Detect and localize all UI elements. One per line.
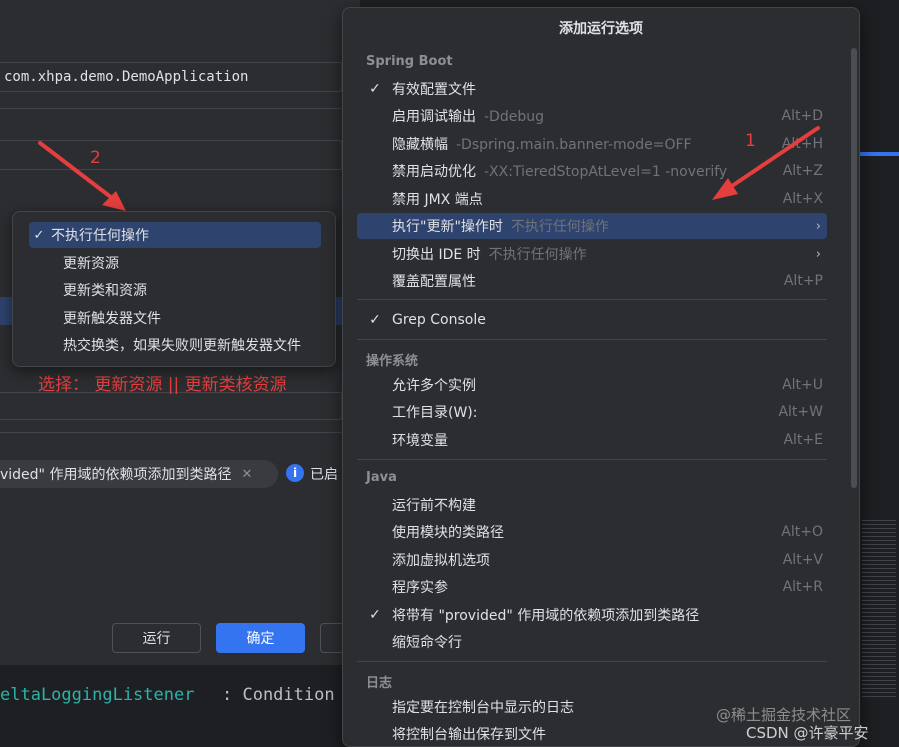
- submenu-item-label: 不执行任何操作: [51, 228, 149, 244]
- chevron-right-icon: ›: [815, 218, 821, 234]
- option-label: 缩短命令行: [392, 635, 462, 651]
- check-icon: ✓: [369, 81, 381, 97]
- option-label: 指定要在控制台中显示的日志: [392, 700, 574, 716]
- main-class-value: com.xhpa.demo.DemoApplication: [4, 69, 249, 85]
- option-program-args[interactable]: 程序实参 Alt+R: [357, 574, 827, 600]
- option-label: 工作目录(W):: [392, 405, 478, 421]
- watermark-csdn: CSDN @许豪平安: [746, 724, 869, 742]
- submenu-item-hotswap[interactable]: 热交换类，如果失败则更新触发器文件: [27, 332, 321, 358]
- option-label: 运行前不构建: [392, 498, 476, 514]
- option-shortcut: Alt+O: [781, 524, 823, 540]
- option-working-dir[interactable]: 工作目录(W): Alt+W: [357, 399, 827, 425]
- console-message: : Condition: [222, 685, 335, 705]
- option-label: 禁用 JMX 端点: [392, 192, 483, 208]
- check-icon: ✓: [369, 607, 381, 623]
- option-label: 执行"更新"操作时: [392, 219, 503, 235]
- option-label: 隐藏横幅: [392, 137, 448, 153]
- separator: [357, 459, 827, 460]
- submenu-item-update-resources[interactable]: 更新资源: [27, 250, 321, 276]
- option-label: 程序实参: [392, 580, 448, 596]
- option-label: 切换出 IDE 时: [392, 247, 481, 263]
- provided-tag[interactable]: vided" 作用域的依赖项添加到类路径 ✕: [0, 460, 278, 488]
- annotation-arrow-2: [38, 141, 126, 211]
- check-icon: ✓: [369, 312, 381, 328]
- section-header-spring-boot: Spring Boot: [366, 54, 453, 69]
- option-label: 将带有 "provided" 作用域的依赖项添加到类路径: [392, 608, 700, 624]
- divider: [0, 432, 342, 433]
- option-label: 将控制台输出保存到文件: [392, 727, 546, 743]
- main-class-field[interactable]: com.xhpa.demo.DemoApplication: [0, 62, 342, 92]
- submenu-item-label: 热交换类，如果失败则更新触发器文件: [63, 338, 301, 354]
- chevron-right-icon: ›: [815, 246, 821, 262]
- option-grep-console[interactable]: ✓ Grep Console: [357, 307, 827, 333]
- submenu-item-do-nothing[interactable]: ✓ 不执行任何操作: [29, 222, 321, 248]
- section-header-logs: 日志: [366, 676, 393, 691]
- option-module-classpath[interactable]: 使用模块的类路径 Alt+O: [357, 519, 827, 545]
- option-shortcut: Alt+U: [782, 377, 823, 393]
- annotation-choice-text: 选择： 更新资源 || 更新类核资源: [38, 375, 287, 395]
- run-button[interactable]: 运行: [112, 623, 201, 653]
- option-hint: 不执行任何操作: [488, 247, 587, 263]
- option-shortcut: Alt+P: [783, 273, 823, 289]
- separator: [357, 661, 827, 662]
- option-label: 允许多个实例: [392, 378, 476, 394]
- scrollbar[interactable]: [851, 48, 857, 488]
- enabled-text: 已启: [310, 467, 338, 483]
- add-run-options-popup: 添加运行选项 Spring Boot ✓ 有效配置文件 启用调试输出 -Ddebu…: [342, 7, 860, 747]
- submenu-item-label: 更新触发器文件: [63, 311, 161, 327]
- editor-accent: [858, 152, 899, 156]
- option-provided-scope[interactable]: ✓ 将带有 "provided" 作用域的依赖项添加到类路径: [357, 602, 827, 628]
- option-hint: 不执行任何操作: [510, 219, 609, 235]
- option-override-properties[interactable]: 覆盖配置属性 Alt+P: [357, 268, 827, 294]
- section-header-java: Java: [366, 470, 397, 485]
- option-shortcut: Alt+R: [782, 579, 823, 595]
- separator: [357, 299, 827, 300]
- option-env-vars[interactable]: 环境变量 Alt+E: [357, 427, 827, 453]
- option-allow-multiple[interactable]: 允许多个实例 Alt+U: [357, 372, 827, 398]
- editor-strip: [858, 0, 899, 747]
- annotation-arrow-1: [712, 126, 820, 200]
- option-shortcut: Alt+W: [778, 404, 823, 420]
- provided-tag-label: vided" 作用域的依赖项添加到类路径: [0, 467, 232, 483]
- option-label: 使用模块的类路径: [392, 525, 504, 541]
- submenu-item-label: 更新资源: [63, 256, 119, 272]
- option-hint: -XX:TieredStopAtLevel=1 -noverify: [484, 164, 728, 180]
- option-active-profiles[interactable]: ✓ 有效配置文件: [357, 76, 827, 102]
- empty-field[interactable]: [0, 392, 342, 420]
- option-label: 环境变量: [392, 433, 448, 449]
- ok-button[interactable]: 确定: [216, 623, 305, 653]
- option-label: Grep Console: [392, 312, 486, 328]
- popup-title: 添加运行选项: [559, 21, 643, 37]
- divider: [0, 108, 342, 109]
- update-action-submenu: ✓ 不执行任何操作 更新资源 更新类和资源 更新触发器文件 热交换类，如果失败则…: [12, 211, 336, 367]
- option-label: 禁用启动优化: [392, 164, 476, 180]
- option-shorten-cmdline[interactable]: 缩短命令行: [357, 629, 827, 655]
- separator: [357, 339, 827, 340]
- dialog-top: [0, 0, 342, 8]
- option-hint: -Dspring.main.banner-mode=OFF: [456, 137, 692, 153]
- submenu-item-label: 更新类和资源: [63, 283, 147, 299]
- submenu-item-update-classes-resources[interactable]: 更新类和资源: [27, 277, 321, 303]
- option-shortcut: Alt+V: [782, 552, 823, 568]
- close-icon[interactable]: ✕: [241, 467, 252, 482]
- option-vm-options[interactable]: 添加虚拟机选项 Alt+V: [357, 547, 827, 573]
- option-on-update-action[interactable]: 执行"更新"操作时 不执行任何操作 ›: [357, 213, 827, 239]
- option-hint: -Ddebug: [484, 109, 544, 125]
- submenu-item-update-trigger[interactable]: 更新触发器文件: [27, 305, 321, 331]
- option-no-build[interactable]: 运行前不构建: [357, 492, 827, 518]
- check-icon: ✓: [33, 227, 45, 243]
- option-label: 启用调试输出: [392, 109, 476, 125]
- option-label: 有效配置文件: [392, 82, 476, 98]
- section-header-os: 操作系统: [366, 354, 419, 369]
- option-shortcut: Alt+E: [783, 432, 823, 448]
- option-label: 添加虚拟机选项: [392, 553, 490, 569]
- minimap: [862, 520, 896, 700]
- option-label: 覆盖配置属性: [392, 274, 476, 290]
- option-on-frame-deactivation[interactable]: 切换出 IDE 时不执行任何操作 ›: [357, 241, 827, 267]
- console-logger: eltaLoggingListener: [0, 685, 195, 705]
- info-icon: i: [286, 464, 304, 482]
